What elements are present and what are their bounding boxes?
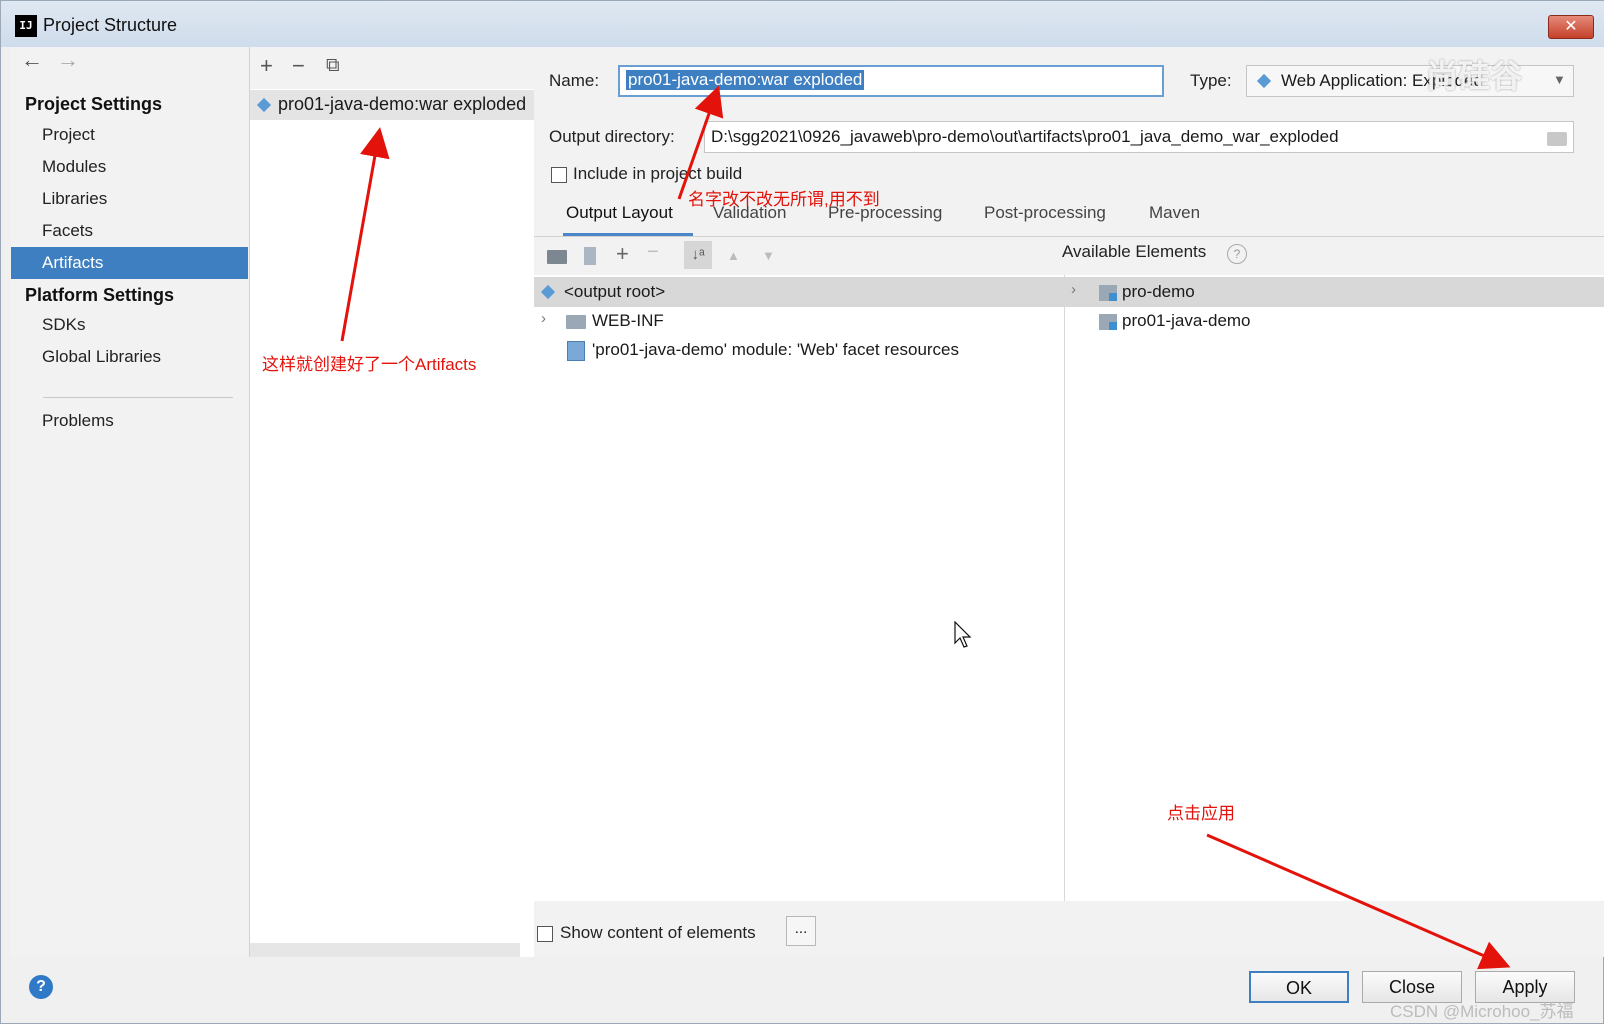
tree-row-output-root[interactable]: <output root> <box>534 277 1064 307</box>
create-directory-icon[interactable] <box>547 250 567 264</box>
create-archive-icon[interactable] <box>584 247 596 265</box>
output-directory-value: D:\sgg2021\0926_javaweb\pro-demo\out\art… <box>711 127 1339 146</box>
help-question-icon[interactable]: ? <box>1227 244 1247 264</box>
horizontal-scrollbar[interactable] <box>250 943 520 957</box>
nav-item-facets[interactable]: Facets <box>11 215 248 247</box>
chevron-down-icon: ▼ <box>1553 72 1566 87</box>
show-content-label: Show content of elements <box>560 923 756 942</box>
move-down-icon[interactable]: ▼ <box>762 248 775 263</box>
include-in-build-checkbox[interactable] <box>551 167 567 183</box>
artifact-list-item-label: pro01-java-demo:war exploded <box>278 94 527 114</box>
left-navigation: ← → Project Settings Project Modules Lib… <box>11 47 248 957</box>
title-bar: IJ Project Structure ✕ <box>1 1 1604 47</box>
tab-post-processing[interactable]: Post-processing <box>984 203 1106 223</box>
platform-settings-header: Platform Settings <box>25 285 175 305</box>
help-icon[interactable]: ? <box>29 975 53 999</box>
add-copy-of-icon[interactable]: + <box>616 241 629 267</box>
type-label: Type: <box>1190 71 1232 90</box>
module-icon <box>1099 285 1117 301</box>
remove-element-icon[interactable]: − <box>647 241 659 264</box>
mouse-cursor-icon <box>954 621 972 648</box>
show-content-checkbox[interactable] <box>537 926 553 942</box>
project-settings-header: Project Settings <box>25 94 163 114</box>
watermark-csdn: CSDN @Microhoo_苏福 <box>1390 1002 1574 1021</box>
browse-folder-icon[interactable] <box>1547 132 1567 146</box>
folder-icon <box>566 315 586 329</box>
tabs-separator <box>534 236 1604 237</box>
tab-output-layout[interactable]: Output Layout <box>566 203 673 223</box>
available-elements-label: Available Elements <box>1062 242 1207 261</box>
name-label: Name: <box>549 71 600 90</box>
artifact-list-item[interactable]: pro01-java-demo:war exploded <box>250 90 534 120</box>
project-structure-window: IJ Project Structure ✕ ← → Project Setti… <box>0 0 1604 1024</box>
artifact-list-toolbar: + − ⧉ <box>250 47 534 89</box>
available-item-label: pro01-java-demo <box>1122 311 1251 330</box>
nav-item-problems[interactable]: Problems <box>11 405 248 437</box>
nav-item-artifacts[interactable]: Artifacts <box>11 247 248 279</box>
nav-item-project[interactable]: Project <box>11 119 248 151</box>
window-title: Project Structure <box>43 15 178 35</box>
ok-button[interactable]: OK <box>1249 971 1349 1003</box>
copy-icon[interactable]: ⧉ <box>326 55 340 77</box>
watermark-top: 尚硅谷 <box>1426 58 1523 94</box>
intellij-app-icon: IJ <box>15 15 37 37</box>
tree-row-label: 'pro01-java-demo' module: 'Web' facet re… <box>592 340 960 359</box>
output-directory-label: Output directory: <box>549 127 675 146</box>
available-item-pro01-java-demo[interactable]: pro01-java-demo <box>1065 306 1604 336</box>
available-elements-tree: › pro-demo pro01-java-demo <box>1064 275 1604 901</box>
name-input[interactable]: pro01-java-demo:war exploded <box>618 65 1164 97</box>
nav-divider <box>43 397 233 398</box>
tab-maven[interactable]: Maven <box>1149 203 1200 223</box>
show-content-settings-button[interactable]: ... <box>786 916 816 946</box>
chevron-right-icon[interactable]: › <box>1071 281 1076 298</box>
artifact-list-panel: + − ⧉ pro01-java-demo:war exploded <box>249 47 535 957</box>
tree-row-label: <output root> <box>564 282 666 301</box>
annotation-name-note: 名字改不改无所谓,用不到 <box>688 190 880 209</box>
forward-arrow-icon[interactable]: → <box>57 47 79 73</box>
output-layout-tree: <output root> › WEB-INF 'pro01-java-demo… <box>534 275 1064 901</box>
web-app-icon <box>1256 73 1272 89</box>
tree-row-label: WEB-INF <box>592 311 664 330</box>
nav-item-libraries[interactable]: Libraries <box>11 183 248 215</box>
add-icon[interactable]: + <box>260 53 273 79</box>
remove-icon[interactable]: − <box>292 53 305 79</box>
chevron-right-icon[interactable]: › <box>541 310 546 327</box>
nav-item-sdks[interactable]: SDKs <box>11 309 248 341</box>
tree-row-facet-resources[interactable]: 'pro01-java-demo' module: 'Web' facet re… <box>534 335 1064 365</box>
nav-item-modules[interactable]: Modules <box>11 151 248 183</box>
annotation-apply-note: 点击应用 <box>1167 804 1235 823</box>
annotation-artifacts-note: 这样就创建好了一个Artifacts <box>262 355 477 374</box>
available-item-pro-demo[interactable]: › pro-demo <box>1065 277 1604 307</box>
output-directory-input[interactable]: D:\sgg2021\0926_javaweb\pro-demo\out\art… <box>704 121 1574 153</box>
window-close-button[interactable]: ✕ <box>1548 15 1594 39</box>
web-facet-icon <box>567 341 585 361</box>
sort-elements-icon[interactable]: ↓ᵃ <box>684 241 712 269</box>
output-root-icon <box>540 284 556 300</box>
artifact-icon <box>256 97 272 113</box>
back-arrow-icon[interactable]: ← <box>21 47 43 73</box>
module-icon <box>1099 314 1117 330</box>
include-in-build-label: Include in project build <box>573 164 743 183</box>
output-layout-toolbar: + − ↓ᵃ ▲ ▼ <box>534 239 1064 275</box>
tree-row-web-inf[interactable]: › WEB-INF <box>534 306 1064 336</box>
move-up-icon[interactable]: ▲ <box>727 248 740 263</box>
nav-item-global-libraries[interactable]: Global Libraries <box>11 341 248 373</box>
available-item-label: pro-demo <box>1122 282 1195 301</box>
name-input-value: pro01-java-demo:war exploded <box>626 70 865 90</box>
type-select[interactable]: Web Application: Exploded ▼ <box>1246 65 1574 97</box>
